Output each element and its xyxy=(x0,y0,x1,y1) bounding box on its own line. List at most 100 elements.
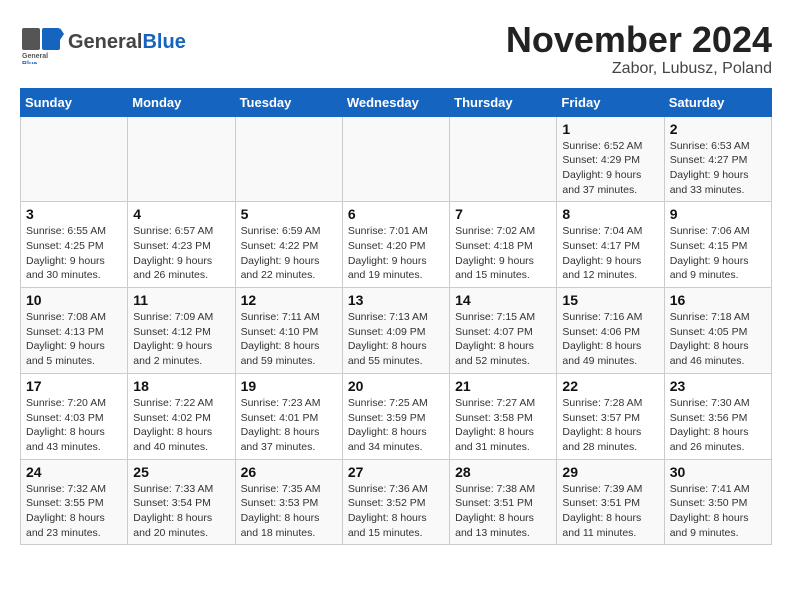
day-number: 7 xyxy=(455,206,551,222)
calendar-cell: 3Sunrise: 6:55 AM Sunset: 4:25 PM Daylig… xyxy=(21,202,128,288)
day-info: Sunrise: 7:32 AM Sunset: 3:55 PM Dayligh… xyxy=(26,482,122,541)
calendar-cell: 23 Sunrise: 7:30 AM Sunset: 3:56 PM Dayli… xyxy=(664,373,771,459)
calendar-cell xyxy=(235,116,342,202)
calendar-cell: 8Sunrise: 7:04 AM Sunset: 4:17 PM Daylig… xyxy=(557,202,664,288)
calendar-cell: 7 Sunrise: 7:02 AM Sunset: 4:18 PM Daylig… xyxy=(450,202,557,288)
calendar-cell: 17 Sunrise: 7:20 AM Sunset: 4:03 PM Dayli… xyxy=(21,373,128,459)
logo-general: General xyxy=(68,31,142,53)
calendar-cell: 2 Sunrise: 6:53 AM Sunset: 4:27 PM Daylig… xyxy=(664,116,771,202)
day-number: 1 xyxy=(562,121,658,137)
day-number: 4 xyxy=(133,206,229,222)
day-number: 21 xyxy=(455,378,551,394)
day-number: 19 xyxy=(241,378,337,394)
calendar-cell: 24 Sunrise: 7:32 AM Sunset: 3:55 PM Dayli… xyxy=(21,459,128,545)
location-subtitle: Zabor, Lubusz, Poland xyxy=(506,60,772,78)
day-info: Sunrise: 7:15 AM Sunset: 4:07 PM Dayligh… xyxy=(455,310,551,369)
week-row-4: 17 Sunrise: 7:20 AM Sunset: 4:03 PM Dayli… xyxy=(21,373,772,459)
week-row-3: 10Sunrise: 7:08 AM Sunset: 4:13 PM Dayli… xyxy=(21,288,772,374)
day-info: Sunrise: 7:20 AM Sunset: 4:03 PM Dayligh… xyxy=(26,396,122,455)
day-number: 12 xyxy=(241,292,337,308)
week-row-1: 1 Sunrise: 6:52 AM Sunset: 4:29 PM Daylig… xyxy=(21,116,772,202)
day-info: Sunrise: 7:01 AM Sunset: 4:20 PM Dayligh… xyxy=(348,224,444,283)
header-wednesday: Wednesday xyxy=(342,88,449,116)
calendar-cell: 30 Sunrise: 7:41 AM Sunset: 3:50 PM Dayli… xyxy=(664,459,771,545)
day-info: Sunrise: 6:57 AM Sunset: 4:23 PM Dayligh… xyxy=(133,224,229,283)
day-info: Sunrise: 7:08 AM Sunset: 4:13 PM Dayligh… xyxy=(26,310,122,369)
calendar-cell xyxy=(21,116,128,202)
day-info: Sunrise: 6:52 AM Sunset: 4:29 PM Dayligh… xyxy=(562,139,658,198)
week-row-5: 24 Sunrise: 7:32 AM Sunset: 3:55 PM Dayli… xyxy=(21,459,772,545)
header-tuesday: Tuesday xyxy=(235,88,342,116)
day-info: Sunrise: 7:22 AM Sunset: 4:02 PM Dayligh… xyxy=(133,396,229,455)
header-saturday: Saturday xyxy=(664,88,771,116)
header-friday: Friday xyxy=(557,88,664,116)
day-info: Sunrise: 7:13 AM Sunset: 4:09 PM Dayligh… xyxy=(348,310,444,369)
day-number: 5 xyxy=(241,206,337,222)
day-info: Sunrise: 7:23 AM Sunset: 4:01 PM Dayligh… xyxy=(241,396,337,455)
day-info: Sunrise: 7:35 AM Sunset: 3:53 PM Dayligh… xyxy=(241,482,337,541)
day-info: Sunrise: 7:25 AM Sunset: 3:59 PM Dayligh… xyxy=(348,396,444,455)
day-info: Sunrise: 7:16 AM Sunset: 4:06 PM Dayligh… xyxy=(562,310,658,369)
day-number: 20 xyxy=(348,378,444,394)
day-info: Sunrise: 7:27 AM Sunset: 3:58 PM Dayligh… xyxy=(455,396,551,455)
day-number: 26 xyxy=(241,464,337,480)
day-info: Sunrise: 7:18 AM Sunset: 4:05 PM Dayligh… xyxy=(670,310,766,369)
day-number: 11 xyxy=(133,292,229,308)
header-monday: Monday xyxy=(128,88,235,116)
calendar-cell: 1 Sunrise: 6:52 AM Sunset: 4:29 PM Daylig… xyxy=(557,116,664,202)
calendar-cell: 9 Sunrise: 7:06 AM Sunset: 4:15 PM Daylig… xyxy=(664,202,771,288)
day-info: Sunrise: 6:53 AM Sunset: 4:27 PM Dayligh… xyxy=(670,139,766,198)
day-number: 8 xyxy=(562,206,658,222)
day-number: 2 xyxy=(670,121,766,137)
day-number: 25 xyxy=(133,464,229,480)
day-info: Sunrise: 7:11 AM Sunset: 4:10 PM Dayligh… xyxy=(241,310,337,369)
day-info: Sunrise: 7:39 AM Sunset: 3:51 PM Dayligh… xyxy=(562,482,658,541)
day-info: Sunrise: 7:09 AM Sunset: 4:12 PM Dayligh… xyxy=(133,310,229,369)
day-info: Sunrise: 7:33 AM Sunset: 3:54 PM Dayligh… xyxy=(133,482,229,541)
svg-text:General: General xyxy=(22,53,48,60)
day-number: 30 xyxy=(670,464,766,480)
calendar-cell: 11 Sunrise: 7:09 AM Sunset: 4:12 PM Dayli… xyxy=(128,288,235,374)
day-info: Sunrise: 7:36 AM Sunset: 3:52 PM Dayligh… xyxy=(348,482,444,541)
calendar-cell xyxy=(450,116,557,202)
calendar-cell: 15 Sunrise: 7:16 AM Sunset: 4:06 PM Dayli… xyxy=(557,288,664,374)
day-number: 29 xyxy=(562,464,658,480)
calendar-header-row: SundayMondayTuesdayWednesdayThursdayFrid… xyxy=(21,88,772,116)
calendar-cell xyxy=(342,116,449,202)
day-number: 24 xyxy=(26,464,122,480)
calendar-cell: 20 Sunrise: 7:25 AM Sunset: 3:59 PM Dayli… xyxy=(342,373,449,459)
day-info: Sunrise: 7:28 AM Sunset: 3:57 PM Dayligh… xyxy=(562,396,658,455)
day-number: 28 xyxy=(455,464,551,480)
day-number: 17 xyxy=(26,378,122,394)
day-number: 27 xyxy=(348,464,444,480)
day-info: Sunrise: 7:30 AM Sunset: 3:56 PM Dayligh… xyxy=(670,396,766,455)
calendar-cell xyxy=(128,116,235,202)
month-title: November 2024 xyxy=(506,20,772,60)
title-block: November 2024 Zabor, Lubusz, Poland xyxy=(506,20,772,78)
calendar-cell: 19 Sunrise: 7:23 AM Sunset: 4:01 PM Dayli… xyxy=(235,373,342,459)
day-number: 15 xyxy=(562,292,658,308)
day-info: Sunrise: 7:06 AM Sunset: 4:15 PM Dayligh… xyxy=(670,224,766,283)
calendar-cell: 28 Sunrise: 7:38 AM Sunset: 3:51 PM Dayli… xyxy=(450,459,557,545)
day-number: 16 xyxy=(670,292,766,308)
logo-text: GeneralBlue xyxy=(68,32,186,52)
day-info: Sunrise: 7:02 AM Sunset: 4:18 PM Dayligh… xyxy=(455,224,551,283)
calendar-cell: 25 Sunrise: 7:33 AM Sunset: 3:54 PM Dayli… xyxy=(128,459,235,545)
page-header: General Blue GeneralBlue November 2024 Z… xyxy=(20,20,772,78)
day-info: Sunrise: 6:55 AM Sunset: 4:25 PM Dayligh… xyxy=(26,224,122,283)
day-number: 18 xyxy=(133,378,229,394)
day-number: 9 xyxy=(670,206,766,222)
day-number: 14 xyxy=(455,292,551,308)
day-number: 23 xyxy=(670,378,766,394)
calendar-cell: 5Sunrise: 6:59 AM Sunset: 4:22 PM Daylig… xyxy=(235,202,342,288)
day-number: 13 xyxy=(348,292,444,308)
day-info: Sunrise: 7:38 AM Sunset: 3:51 PM Dayligh… xyxy=(455,482,551,541)
logo: General Blue GeneralBlue xyxy=(20,20,186,64)
calendar-cell: 6 Sunrise: 7:01 AM Sunset: 4:20 PM Daylig… xyxy=(342,202,449,288)
calendar-cell: 12 Sunrise: 7:11 AM Sunset: 4:10 PM Dayli… xyxy=(235,288,342,374)
calendar-cell: 21 Sunrise: 7:27 AM Sunset: 3:58 PM Dayli… xyxy=(450,373,557,459)
calendar-cell: 29 Sunrise: 7:39 AM Sunset: 3:51 PM Dayli… xyxy=(557,459,664,545)
day-number: 6 xyxy=(348,206,444,222)
day-info: Sunrise: 7:41 AM Sunset: 3:50 PM Dayligh… xyxy=(670,482,766,541)
logo-icon: General Blue xyxy=(20,20,64,64)
